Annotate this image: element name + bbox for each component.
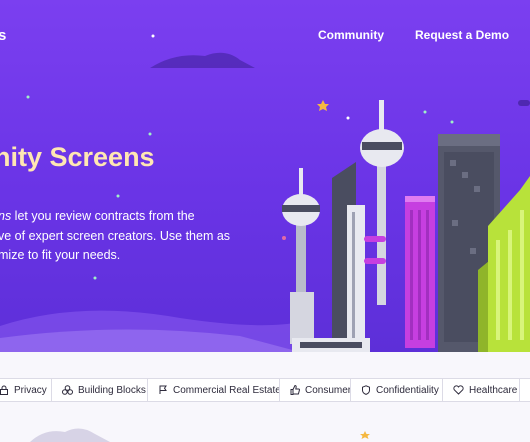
star (450, 120, 454, 124)
tower (450, 160, 456, 166)
tower (410, 210, 413, 340)
tower (426, 210, 429, 340)
hero-desc-line: mize to fit your needs. (0, 248, 121, 262)
hero-title: nity Screens (0, 142, 155, 172)
tag-healthcare[interactable]: Healthcare (442, 378, 520, 402)
tower (290, 292, 314, 344)
hero-section: s Community Request a Demo nity Screens … (0, 0, 530, 352)
hero-desc-line: ns let you review contracts from the (0, 207, 268, 227)
tower (379, 100, 384, 130)
tower (364, 236, 386, 242)
star (116, 194, 120, 198)
tower (462, 172, 468, 178)
hero-description: ns let you review contracts from the ve … (0, 207, 268, 266)
heart-icon (453, 385, 464, 395)
star (93, 276, 97, 280)
city-illustration (0, 34, 530, 352)
logo[interactable]: s (0, 27, 6, 44)
tower (474, 186, 480, 192)
hero-desc-emphasis: ns (0, 209, 12, 223)
tower (520, 210, 524, 340)
tower (362, 142, 402, 150)
tower (364, 258, 386, 264)
hero-desc-line: ve of expert screen creators. Use them a… (0, 228, 231, 243)
star (317, 100, 329, 111)
tower (347, 205, 365, 345)
ufo (518, 100, 530, 106)
tag-privacy[interactable]: Privacy (0, 378, 55, 402)
blocks-icon (62, 385, 73, 395)
tag-label: Consumer (305, 384, 352, 396)
flag-icon (159, 385, 167, 394)
tower (405, 196, 435, 202)
cloud-shape (30, 428, 110, 442)
tower (377, 155, 386, 305)
tower (452, 220, 458, 226)
ground (300, 342, 362, 348)
star (148, 132, 152, 136)
thumbs-up-icon (290, 385, 300, 395)
tower (299, 168, 303, 198)
hero-desc-text: let you review contracts from the (11, 209, 195, 223)
tag-building-blocks[interactable]: Building Blocks (51, 378, 148, 402)
tower (282, 205, 320, 212)
tag-consumer[interactable]: Consumer (279, 378, 351, 402)
tower (496, 240, 500, 340)
tower (352, 212, 355, 340)
nav-community-link[interactable]: Community (318, 28, 384, 42)
tag-confidentiality[interactable]: Confidentiality (350, 378, 443, 402)
tower (470, 248, 476, 254)
tag-label: Privacy (14, 384, 47, 396)
tag-label: Confidentiality (376, 384, 439, 396)
footer-illustration (30, 428, 370, 442)
tag-overflow[interactable] (519, 378, 530, 402)
star (346, 116, 350, 120)
shield-icon (362, 385, 370, 395)
tower (508, 230, 512, 340)
tag-label: Commercial Real Estate (173, 384, 281, 396)
tag-label: Building Blocks (78, 384, 146, 396)
star (423, 110, 427, 114)
star (282, 236, 286, 240)
tag-commercial-real-estate[interactable]: Commercial Real Estate (147, 378, 281, 402)
star (26, 95, 30, 99)
star (360, 431, 370, 439)
tower (418, 210, 421, 340)
cloud-shape (150, 52, 255, 68)
star (151, 34, 155, 38)
tower (438, 134, 500, 146)
tag-label: Healthcare (469, 384, 518, 396)
lock-icon (0, 385, 8, 395)
nav-request-demo-link[interactable]: Request a Demo (415, 28, 509, 42)
